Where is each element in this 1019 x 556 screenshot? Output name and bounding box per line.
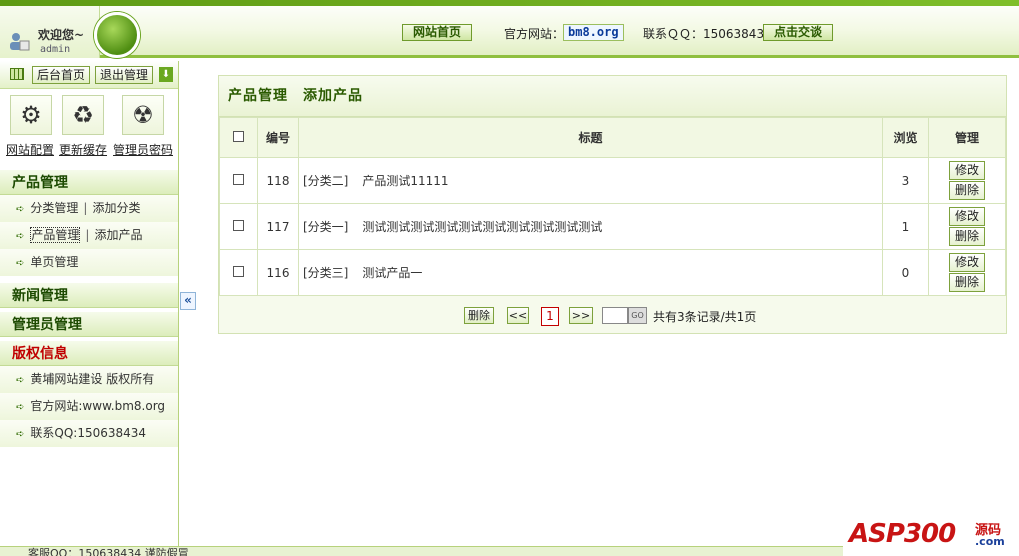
arrow-right-icon: ➪ — [16, 375, 25, 386]
column-title: 标题 — [298, 117, 883, 158]
refresh-doc-icon[interactable]: ♻ — [62, 95, 104, 135]
copyright-row-site: ➪ 官方网站:www.bm8.org — [0, 393, 178, 420]
user-icon — [10, 33, 30, 51]
watermark-domain: .com — [975, 535, 1005, 548]
row-views: 1 — [882, 203, 929, 250]
next-page-button[interactable]: >> — [569, 307, 593, 324]
product-table: 编号 标题 浏览 管理 118 [分类二] 产品测试11111 3 修改 删除 11… — [219, 117, 1006, 296]
site-home-button[interactable]: 网站首页 — [402, 24, 473, 41]
quick-link-admin-password[interactable]: 管理员密码 — [113, 141, 173, 158]
username: admin — [40, 44, 71, 55]
delete-button[interactable]: 删除 — [949, 181, 985, 200]
admin-home-button[interactable]: 后台首页 — [32, 66, 91, 84]
page-manage-link[interactable]: 单页管理 — [30, 255, 78, 269]
row-id: 116 — [257, 249, 299, 296]
row-title[interactable]: [分类二] 产品测试11111 — [298, 157, 883, 204]
section-news[interactable]: 新闻管理 — [0, 282, 178, 308]
sidebar: 后台首页 退出管理 ⬇ ⚙ ♻ ☢ 网站配置 更新缓存 管理员密码 产品管理 ➪… — [0, 61, 179, 546]
row-category: [分类一] — [303, 220, 349, 234]
user-panel: 欢迎您~ admin — [0, 6, 100, 58]
edit-button[interactable]: 修改 — [949, 253, 985, 272]
row-title[interactable]: [分类三] 测试产品一 — [298, 249, 883, 296]
row-name[interactable]: 测试测试测试测试测试测试测试测试测试测试 — [362, 220, 602, 234]
welcome-text: 欢迎您~ — [38, 28, 85, 42]
sidebar-item-page: ➪ 单页管理 — [0, 249, 178, 276]
sidebar-item-category: ➪ 分类管理 | 添加分类 — [0, 195, 178, 222]
footer-text: 客服QQ：150638434 谨防假冒 — [28, 547, 189, 556]
table-row: 118 [分类二] 产品测试11111 3 修改 删除 — [219, 157, 1006, 204]
prev-page-button[interactable]: << — [507, 307, 529, 324]
watermark-main: ASP300 — [849, 519, 956, 549]
sidebar-toolbar: 后台首页 退出管理 ⬇ — [0, 61, 178, 89]
page-jump-input[interactable] — [602, 307, 628, 324]
arrow-right-icon: ➪ — [16, 402, 25, 413]
row-title[interactable]: [分类一] 测试测试测试测试测试测试测试测试测试测试 — [298, 203, 883, 250]
row-checkbox[interactable] — [233, 265, 244, 277]
quick-link-update-cache[interactable]: 更新缓存 — [59, 141, 107, 158]
watermark-logo: ASP300 源码 .com — [843, 501, 1019, 556]
delete-button[interactable]: 删除 — [949, 227, 985, 246]
product-panel: 产品管理 添加产品 编号 标题 浏览 管理 118 [分类二] 产品测试11111… — [218, 75, 1007, 334]
copyright-row-qq: ➪ 联系QQ:150638434 — [0, 420, 178, 447]
edit-button[interactable]: 修改 — [949, 207, 985, 226]
column-manage: 管理 — [928, 117, 1006, 158]
select-all-cell — [219, 117, 258, 158]
current-page[interactable]: 1 — [541, 307, 559, 326]
section-copyright[interactable]: 版权信息 — [0, 340, 178, 366]
collapse-sidebar-button[interactable]: « — [180, 292, 196, 310]
page-title: 产品管理 添加产品 — [219, 76, 1006, 117]
table-header: 编号 标题 浏览 管理 — [219, 117, 1006, 158]
row-name[interactable]: 产品测试11111 — [362, 174, 448, 188]
bulk-delete-button[interactable]: 删除 — [464, 307, 494, 324]
select-all-checkbox[interactable] — [233, 130, 244, 142]
sidebar-item-product: ➪ 产品管理 | 添加产品 — [0, 222, 178, 249]
edit-button[interactable]: 修改 — [949, 161, 985, 180]
table-row: 116 [分类三] 测试产品一 0 修改 删除 — [219, 249, 1006, 296]
column-views: 浏览 — [882, 117, 929, 158]
row-checkbox[interactable] — [233, 219, 244, 231]
top-header: 欢迎您~ admin 网站首页 官方网站： bm8.org 联系ＱＱ：15063… — [0, 0, 1019, 58]
logo-icon — [94, 12, 140, 58]
column-id: 编号 — [257, 117, 299, 158]
arrow-right-icon: ➪ — [16, 258, 25, 269]
row-name[interactable]: 测试产品一 — [362, 266, 422, 280]
row-id: 117 — [257, 203, 299, 250]
row-checkbox[interactable] — [233, 173, 244, 185]
row-views: 0 — [882, 249, 929, 296]
arrow-right-icon: ➪ — [16, 429, 25, 440]
add-product-link[interactable]: 添加产品 — [94, 228, 142, 242]
record-info: 共有3条记录/共1页 — [653, 310, 757, 324]
product-manage-link[interactable]: 产品管理 — [30, 227, 81, 243]
table-row: 117 [分类一] 测试测试测试测试测试测试测试测试测试测试 1 修改 删除 — [219, 203, 1006, 250]
arrow-right-icon: ➪ — [16, 204, 25, 215]
copyright-text: 黄埔网站建设 版权所有 — [30, 372, 155, 386]
chat-button[interactable]: 点击交谈 — [763, 24, 834, 41]
add-category-link[interactable]: 添加分类 — [92, 201, 140, 215]
row-category: [分类三] — [303, 266, 349, 280]
category-manage-link[interactable]: 分类管理 — [30, 201, 78, 215]
row-category: [分类二] — [303, 174, 349, 188]
pagination: 删除 << 1 >> GO 共有3条记录/共1页 — [219, 296, 1006, 332]
quick-link-site-config[interactable]: 网站配置 — [6, 141, 54, 158]
copyright-site[interactable]: 官方网站:www.bm8.org — [30, 399, 165, 413]
radiation-icon[interactable]: ☢ — [122, 95, 164, 135]
section-admin[interactable]: 管理员管理 — [0, 311, 178, 337]
delete-button[interactable]: 删除 — [949, 273, 985, 292]
copyright-row-company: ➪ 黄埔网站建设 版权所有 — [0, 366, 178, 393]
row-id: 118 — [257, 157, 299, 204]
row-views: 3 — [882, 157, 929, 204]
arrow-right-icon: ➪ — [16, 231, 25, 242]
site-label: 官方网站： — [504, 27, 565, 41]
arrow-down-icon[interactable]: ⬇ — [159, 67, 173, 82]
section-product[interactable]: 产品管理 — [0, 169, 178, 195]
logout-button[interactable]: 退出管理 — [95, 66, 154, 84]
qq-label: 联系ＱＱ：150638434 — [643, 27, 772, 41]
grid-icon — [10, 68, 24, 80]
site-url-link[interactable]: bm8.org — [563, 24, 624, 41]
go-button[interactable]: GO — [628, 307, 647, 324]
gears-icon[interactable]: ⚙ — [10, 95, 52, 135]
copyright-qq: 联系QQ:150638434 — [30, 426, 147, 440]
